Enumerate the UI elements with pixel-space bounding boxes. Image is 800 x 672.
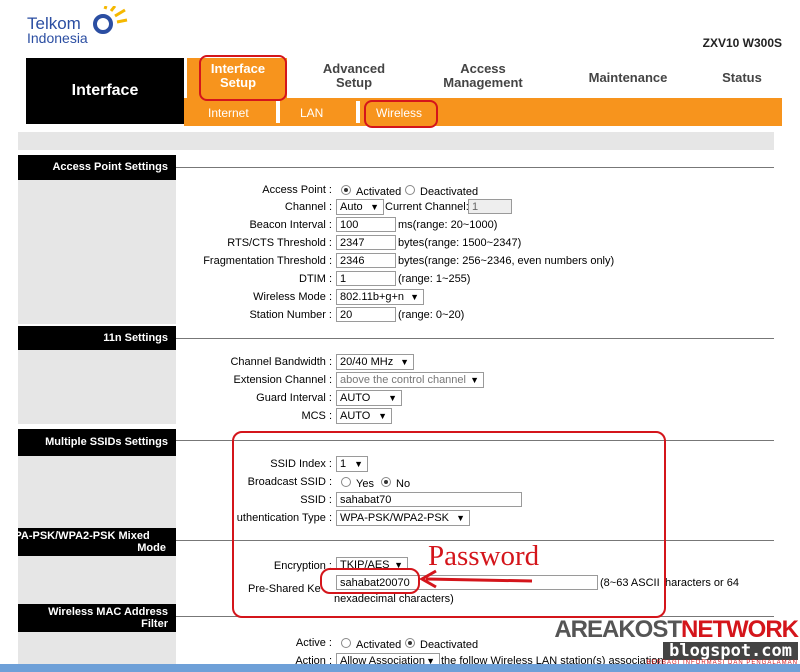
channel-bandwidth-value: 20/40 MHz — [340, 356, 394, 368]
fragmentation-threshold-label: Fragmentation Threshold : — [203, 255, 332, 267]
section-wpa-line2: Mode — [137, 542, 166, 554]
watermark-title-a: AREAKOST — [554, 616, 682, 643]
channel-bandwidth-select[interactable]: 20/40 MHz ▼ — [336, 354, 414, 370]
mac-activated-label: Activated — [356, 639, 402, 651]
mcs-label: MCS : — [301, 410, 332, 422]
section-divider — [176, 338, 774, 339]
access-point-deactivated-radio[interactable] — [405, 185, 415, 195]
tab-status[interactable]: Status — [712, 71, 772, 85]
current-channel-label: Current Channel: — [385, 201, 469, 213]
wireless-mode-value: 802.11b+g+n — [340, 291, 405, 303]
fragmentation-threshold-note: bytes(range: 256~2346, even numbers only… — [398, 255, 615, 267]
tab-access-management[interactable]: Access Management — [428, 62, 538, 90]
section-divider — [176, 167, 774, 168]
access-point-activated-radio[interactable] — [341, 185, 351, 195]
rts-threshold-input[interactable]: 2347 — [336, 235, 396, 250]
section-11n-settings: 11n Settings — [18, 326, 176, 350]
section-ap-settings: Access Point Settings — [18, 155, 176, 180]
rts-threshold-note: bytes(range: 1500~2347) — [398, 237, 522, 249]
deactivated-label: Deactivated — [420, 186, 479, 198]
sub-separator — [356, 101, 360, 123]
subtab-lan[interactable]: LAN — [300, 106, 323, 120]
chevron-down-icon: ▼ — [388, 393, 397, 403]
pre-shared-key-note-cont: haracters or 64 — [665, 577, 739, 589]
extension-channel-label: Extension Channel : — [233, 374, 332, 386]
telkom-logo: Telkom Indonesia — [27, 6, 137, 50]
watermark-title-b: NETWORK — [681, 616, 799, 643]
sidebar-ssid — [18, 456, 176, 530]
highlight-wireless — [364, 100, 438, 128]
chevron-down-icon: ▼ — [470, 375, 479, 385]
tab-label: Advanced — [322, 61, 386, 76]
subtab-internet[interactable]: Internet — [208, 106, 249, 120]
mcs-select[interactable]: AUTO ▼ — [336, 408, 392, 424]
dtim-label: DTIM : — [299, 273, 332, 285]
station-number-note: (range: 0~20) — [398, 309, 465, 321]
wireless-mode-select[interactable]: 802.11b+g+n ▼ — [336, 289, 424, 305]
channel-label: Channel : — [284, 201, 332, 213]
chevron-down-icon: ▼ — [378, 411, 387, 421]
station-number-label: Station Number : — [249, 309, 332, 321]
extension-channel-select[interactable]: above the control channel ▼ — [336, 372, 484, 388]
tab-label: Management — [443, 75, 523, 90]
tab-label: Setup — [335, 75, 373, 90]
chevron-down-icon: ▼ — [400, 357, 409, 367]
sub-separator — [276, 101, 280, 123]
mcs-value: AUTO — [340, 410, 371, 422]
tab-advanced-setup[interactable]: Advanced Setup — [305, 62, 403, 90]
chevron-down-icon: ▼ — [410, 292, 419, 302]
dtim-input[interactable]: 1 — [336, 271, 396, 286]
watermark-title: AREAKOSTNETWORK — [554, 616, 799, 643]
beacon-interval-input[interactable]: 100 — [336, 217, 396, 232]
rts-threshold-label: RTS/CTS Threshold : — [227, 237, 332, 249]
channel-select[interactable]: Auto ▼ — [336, 199, 384, 215]
sidebar-ap — [18, 180, 176, 324]
section-mac-line2: Filter — [141, 618, 168, 630]
access-point-label: Access Point : — [262, 184, 332, 196]
section-wpa-line1: WPA-PSK/WPA2-PSK Mixed — [4, 530, 150, 542]
arrow-left-icon — [418, 569, 533, 589]
brand-line2: Indonesia — [27, 30, 88, 46]
sidebar-wpa — [18, 556, 176, 604]
mac-activated-radio[interactable] — [341, 638, 351, 648]
station-number-input[interactable]: 20 — [336, 307, 396, 322]
dtim-note: (range: 1~255) — [398, 273, 471, 285]
mac-active-label: Active : — [295, 637, 332, 649]
fragmentation-threshold-input[interactable]: 2346 — [336, 253, 396, 268]
activated-label: Activated — [356, 186, 402, 198]
extension-channel-value: above the control channel — [340, 374, 466, 386]
guard-interval-value: AUTO — [340, 392, 371, 404]
model-name: ZXV10 W300S — [702, 36, 782, 50]
channel-value: Auto — [340, 201, 363, 213]
watermark: AREAKOSTNETWORK blogspot.com BERBAGI INF… — [554, 616, 799, 667]
bottom-bar — [0, 664, 800, 672]
tab-label: Access — [460, 61, 506, 76]
section-multiple-ssids: Multiple SSIDs Settings — [18, 429, 176, 456]
wireless-mode-label: Wireless Mode : — [253, 291, 332, 303]
chevron-down-icon: ▼ — [370, 202, 379, 212]
beacon-interval-label: Beacon Interval : — [249, 219, 332, 231]
sun-logo-icon — [93, 6, 128, 34]
nav-title: Interface — [26, 58, 184, 124]
section-mac-line1: Wireless MAC Address — [48, 606, 168, 618]
highlight-interface-setup — [199, 55, 287, 101]
sidebar-11n — [18, 350, 176, 424]
guard-interval-label: Guard Interval : — [256, 392, 332, 404]
beacon-interval-note: ms(range: 20~1000) — [398, 219, 498, 231]
section-mac-filter: Wireless MAC Address Filter — [18, 604, 176, 632]
section-wpa-mixed: WPA-PSK/WPA2-PSK Mixed Mode — [4, 528, 176, 556]
sub-nav-bar — [184, 98, 782, 126]
sidebar-mac — [18, 632, 176, 664]
mac-deactivated-radio[interactable] — [405, 638, 415, 648]
watermark-domain: blogspot.com — [663, 642, 798, 660]
mac-deactivated-label: Deactivated — [420, 639, 479, 651]
top-strip — [18, 132, 774, 150]
tab-maintenance[interactable]: Maintenance — [578, 71, 678, 85]
current-channel-field: 1 — [468, 199, 512, 214]
channel-bandwidth-label: Channel Bandwidth : — [230, 356, 332, 368]
guard-interval-select[interactable]: AUTO ▼ — [336, 390, 402, 406]
highlight-password — [320, 568, 420, 594]
